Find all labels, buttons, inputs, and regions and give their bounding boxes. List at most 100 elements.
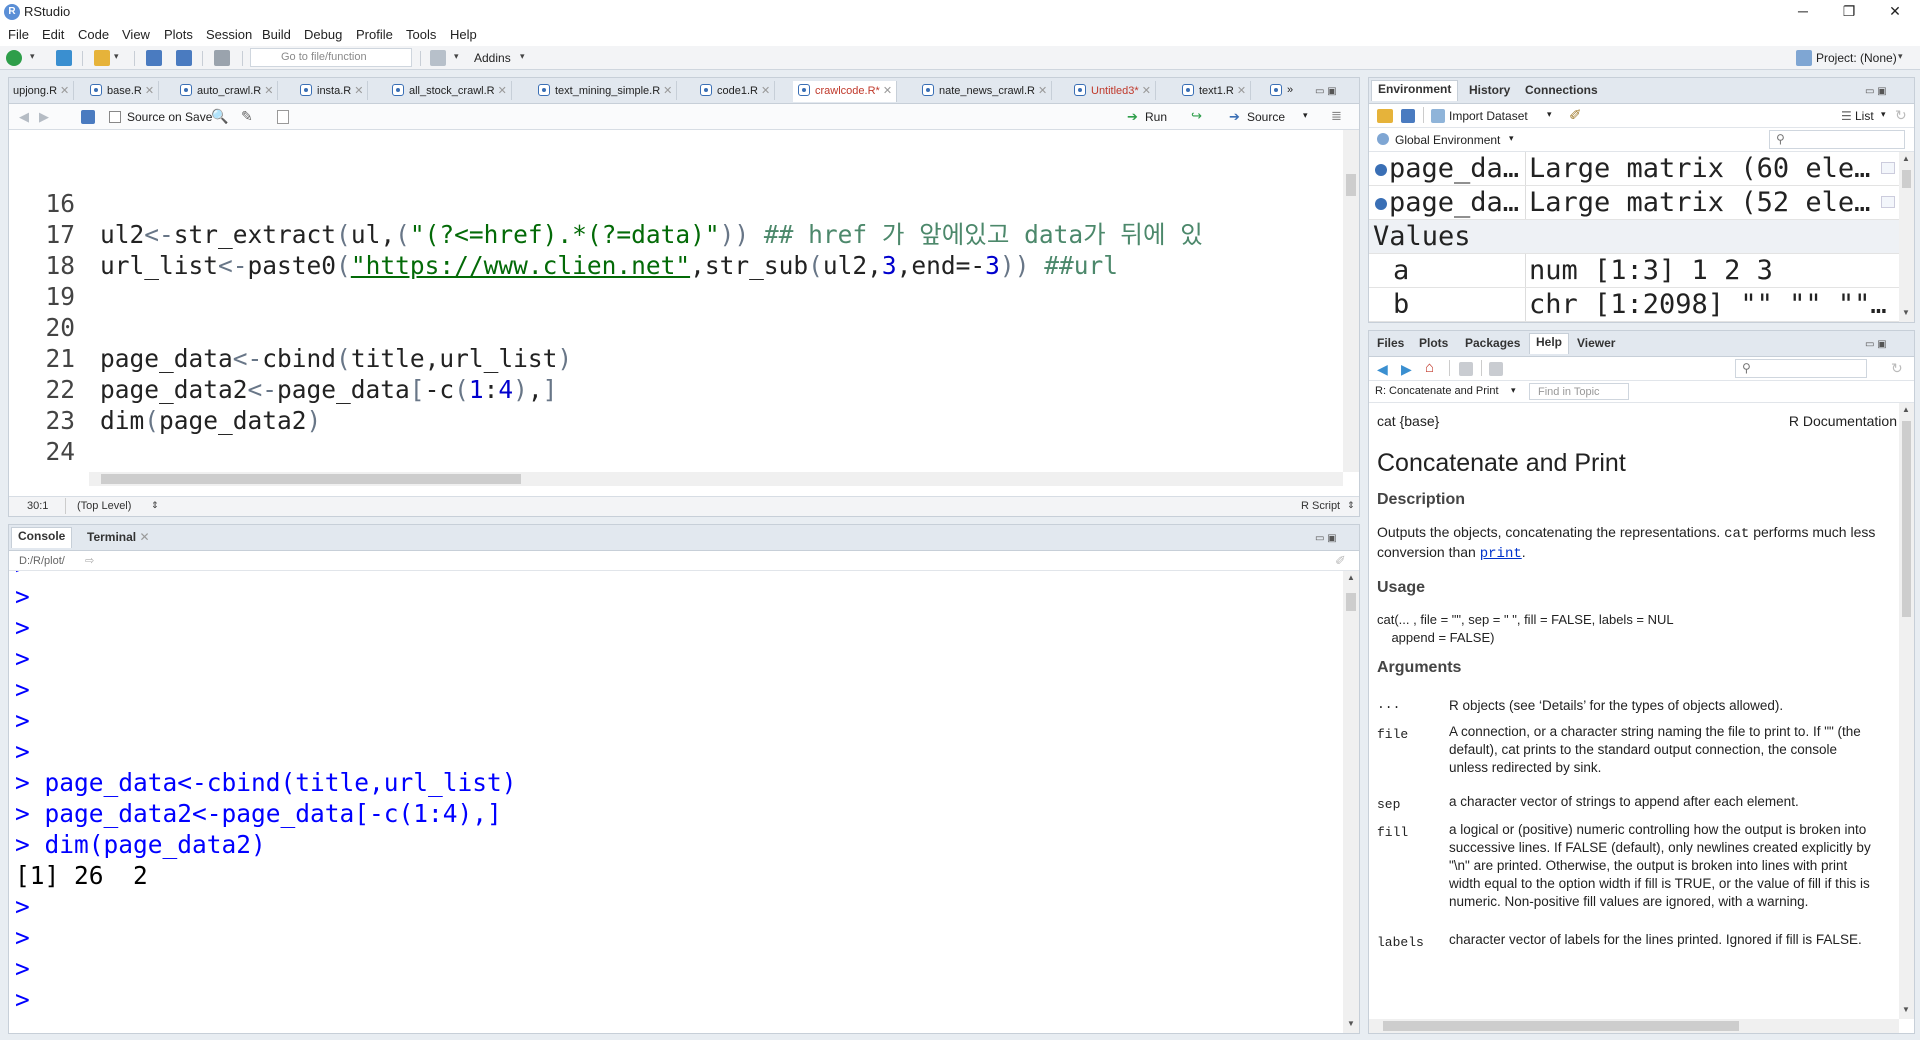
chevron-down-icon[interactable]: ▾ (30, 51, 38, 67)
chevron-down-icon[interactable]: ▾ (1898, 51, 1906, 67)
chevron-down-icon[interactable]: ▾ (454, 51, 462, 67)
goto-file-input[interactable]: Go to file/function (250, 48, 412, 67)
minimize-icon[interactable]: ─ (1780, 0, 1826, 24)
rerun-icon[interactable]: ↪ (1191, 108, 1202, 124)
menu-session[interactable]: Session (206, 27, 252, 42)
menu-file[interactable]: File (8, 27, 29, 42)
tab-insta[interactable]: insta.R ✕ (295, 81, 369, 100)
env-value-row[interactable]: a num [1:3] 1 2 3 (1369, 254, 1899, 288)
environment-search-input[interactable]: ⚲ (1769, 130, 1905, 149)
minimize-pane-icon[interactable]: ▭ ▣ (1865, 339, 1887, 350)
tab-base[interactable]: base.R ✕ (85, 81, 160, 100)
table-view-icon[interactable] (1881, 196, 1895, 208)
import-dataset-button[interactable]: Import Dataset (1449, 109, 1528, 123)
env-data-row[interactable]: page_da… Large matrix (60 ele… (1369, 152, 1899, 186)
tab-connections[interactable]: Connections (1519, 82, 1604, 98)
home-icon[interactable]: ⌂ (1425, 359, 1434, 376)
source-on-save-checkbox[interactable] (109, 111, 121, 123)
forward-icon[interactable]: ▶ (1401, 361, 1412, 378)
tab-history[interactable]: History (1463, 82, 1516, 98)
find-in-topic-input[interactable]: Find in Topic (1529, 383, 1629, 400)
save-all-icon[interactable] (176, 50, 192, 66)
env-data-row[interactable]: page_da… Large matrix (52 ele… (1369, 186, 1899, 220)
menu-tools[interactable]: Tools (406, 27, 436, 42)
env-value-row[interactable]: b chr [1:2098] "" "" ""… (1369, 288, 1899, 322)
load-workspace-icon[interactable] (1377, 109, 1393, 123)
goto-directory-icon[interactable]: ⇨ (85, 554, 94, 567)
project-menu[interactable]: Project: (None) (1816, 51, 1897, 65)
help-vertical-scrollbar[interactable]: ▲ ▼ (1899, 403, 1914, 1019)
tab-packages[interactable]: Packages (1459, 335, 1526, 351)
refresh-icon[interactable]: ↻ (1895, 107, 1907, 124)
print-icon[interactable] (214, 50, 230, 66)
save-icon[interactable] (81, 110, 95, 124)
tab-files[interactable]: Files (1371, 335, 1410, 351)
editor-vertical-scrollbar[interactable] (1343, 130, 1359, 472)
compile-report-icon[interactable] (277, 110, 289, 124)
tab-untitled3[interactable]: Untitled3* ✕ (1069, 81, 1156, 100)
tab-nate-news-crawl[interactable]: nate_news_crawl.R ✕ (917, 81, 1053, 100)
close-icon[interactable]: ✕ (1872, 0, 1918, 24)
open-file-icon[interactable] (94, 50, 110, 66)
chevron-down-icon[interactable]: ▾ (1881, 109, 1886, 120)
help-horizontal-scrollbar[interactable] (1369, 1019, 1899, 1033)
forward-icon[interactable]: ▶ (39, 109, 49, 125)
tab-viewer[interactable]: Viewer (1571, 335, 1621, 351)
more-tabs-icon[interactable]: » (1265, 81, 1297, 100)
source-button[interactable]: Source (1247, 110, 1285, 124)
chevron-down-icon[interactable]: ▾ (114, 51, 122, 67)
back-icon[interactable]: ◀ (19, 109, 29, 125)
minimize-pane-icon[interactable]: ▭ ▣ (1865, 86, 1887, 97)
clear-console-icon[interactable]: ✐ (1335, 553, 1346, 569)
working-directory[interactable]: D:/R/plot/ (19, 555, 65, 567)
magic-wand-icon[interactable]: ✎ (241, 108, 253, 125)
menu-plots[interactable]: Plots (164, 27, 193, 42)
minimize-pane-icon[interactable]: ▭ ▣ (1315, 86, 1337, 97)
chevron-down-icon[interactable]: ▾ (1511, 385, 1516, 396)
chevron-down-icon[interactable]: ▾ (1509, 133, 1514, 144)
broom-icon[interactable]: ✐ (1569, 106, 1582, 124)
editor-horizontal-scrollbar[interactable] (89, 472, 1343, 486)
search-icon[interactable]: 🔍 (211, 108, 228, 125)
list-view-button[interactable]: List (1855, 109, 1874, 123)
console-vertical-scrollbar[interactable]: ▲ ▼ (1343, 571, 1359, 1033)
console-output[interactable]: >>>>>>>> page_data<-cbind(title,url_list… (9, 571, 1343, 1033)
restore-icon[interactable]: ❐ (1826, 0, 1872, 24)
print-icon[interactable] (1459, 362, 1473, 376)
tab-plots[interactable]: Plots (1413, 335, 1454, 351)
minimize-pane-icon[interactable]: ▭ ▣ (1315, 533, 1337, 544)
help-topic-selector[interactable]: R: Concatenate and Print (1375, 385, 1499, 397)
chevron-down-icon[interactable]: ▾ (1547, 109, 1552, 120)
save-icon[interactable] (146, 50, 162, 66)
tab-text-mining-simple[interactable]: text_mining_simple.R ✕ (533, 81, 678, 100)
tab-upjong[interactable]: upjong.R ✕ (9, 81, 75, 100)
menu-build[interactable]: Build (262, 27, 291, 42)
outline-icon[interactable]: ≣ (1331, 108, 1342, 124)
run-button[interactable]: Run (1145, 110, 1167, 124)
print-link[interactable]: print (1480, 546, 1522, 562)
menu-debug[interactable]: Debug (304, 27, 342, 42)
environment-scrollbar[interactable]: ▲ ▼ (1899, 152, 1914, 322)
tab-console[interactable]: Console (11, 527, 73, 548)
file-type-selector[interactable]: R Script (1301, 500, 1340, 512)
new-project-icon[interactable] (56, 50, 72, 66)
tab-terminal[interactable]: Terminal ✕ (81, 529, 156, 545)
table-view-icon[interactable] (1881, 162, 1895, 174)
tab-help[interactable]: Help (1529, 333, 1570, 354)
expand-icon[interactable] (1375, 164, 1387, 176)
save-workspace-icon[interactable] (1401, 109, 1415, 123)
menu-edit[interactable]: Edit (42, 27, 64, 42)
tab-crawlcode[interactable]: crawlcode.R* ✕ (793, 81, 898, 102)
back-icon[interactable]: ◀ (1377, 361, 1388, 378)
help-search-input[interactable]: ⚲ (1735, 359, 1867, 378)
refresh-icon[interactable]: ↻ (1891, 360, 1903, 377)
tab-all-stock-crawl[interactable]: all_stock_crawl.R ✕ (387, 81, 512, 100)
scope-selector[interactable]: (Top Level) (77, 500, 131, 512)
new-file-icon[interactable] (6, 50, 22, 66)
tab-environment[interactable]: Environment (1371, 80, 1459, 101)
menu-profile[interactable]: Profile (356, 27, 393, 42)
chevron-down-icon[interactable]: ▾ (520, 51, 528, 67)
tab-code1[interactable]: code1.R ✕ (695, 81, 776, 100)
grid-layout-icon[interactable] (430, 50, 446, 66)
menu-code[interactable]: Code (78, 27, 109, 42)
